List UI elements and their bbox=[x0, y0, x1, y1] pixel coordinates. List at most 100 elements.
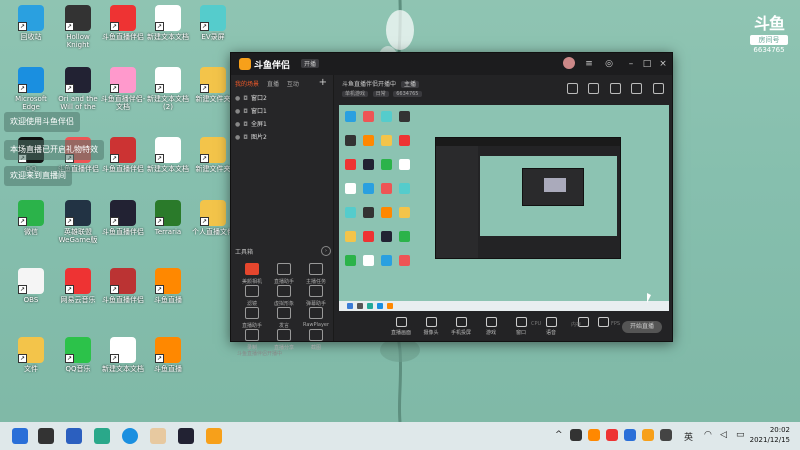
desktop-icon[interactable]: ↗ Ori and the Will of the bbox=[55, 67, 101, 111]
desktop-icon[interactable]: ↗ 斗鱼直播伴侣 bbox=[100, 137, 146, 173]
tool-icon bbox=[309, 263, 323, 275]
tool-item[interactable]: 滤镜 bbox=[237, 285, 267, 307]
user-avatar[interactable] bbox=[563, 57, 575, 69]
app-icon: ↗ bbox=[65, 67, 91, 93]
desktop-icon[interactable]: ↗ Terraria bbox=[145, 200, 191, 236]
desktop-icon[interactable]: ↗ 网易云音乐 bbox=[55, 268, 101, 304]
desktop-icon[interactable]: ↗ 斗鱼直播伴侣-文档 bbox=[100, 67, 146, 111]
tool-item[interactable]: 虚拟形象 bbox=[269, 285, 299, 307]
desktop-icon[interactable]: ↗ Hollow Knight bbox=[55, 5, 101, 49]
desktop-icon[interactable]: ↗ 新建文本文档 bbox=[145, 137, 191, 173]
app-icon: ↗ bbox=[110, 268, 136, 294]
desktop-icon[interactable]: ↗ 新建文本文档 (2) bbox=[145, 67, 191, 111]
toolbox-title: 工具箱 bbox=[235, 249, 254, 256]
preview-tb-icon bbox=[357, 303, 363, 309]
desktop-icon[interactable]: ↗ 英雄联盟WeGame版 bbox=[55, 200, 101, 244]
desktop-icon[interactable]: ↗ 斗鱼直播 bbox=[145, 268, 191, 304]
nk-app-icon[interactable] bbox=[66, 428, 82, 444]
stream-pill[interactable]: 主播 bbox=[400, 81, 419, 88]
tray-app-icon[interactable] bbox=[642, 429, 654, 441]
eye-icon[interactable]: ● bbox=[235, 108, 240, 115]
stream-preview[interactable] bbox=[339, 105, 669, 311]
desktop-icon[interactable]: ↗ EV录屏 bbox=[190, 5, 236, 41]
douyu-taskbar-icon[interactable] bbox=[206, 428, 222, 444]
app-icon: ↗ bbox=[18, 337, 44, 363]
tab-live[interactable]: 直播 bbox=[267, 81, 279, 88]
preview-desktop-icon bbox=[381, 207, 392, 218]
app-icon[interactable] bbox=[150, 428, 166, 444]
desktop-icon[interactable]: ↗ OBS bbox=[8, 268, 54, 304]
league-icon[interactable] bbox=[178, 428, 194, 444]
input-language[interactable]: 英 bbox=[684, 430, 693, 443]
desktop-icon[interactable]: ↗ Microsoft Edge bbox=[8, 67, 54, 111]
scene-item[interactable]: ● ◘ 窗口1 bbox=[235, 106, 267, 115]
taskview-icon[interactable] bbox=[38, 428, 54, 444]
bell-icon[interactable] bbox=[631, 83, 643, 94]
desktop-icon[interactable]: ↗ 微信 bbox=[8, 200, 54, 236]
layout-icon[interactable] bbox=[566, 83, 578, 94]
eye-icon[interactable]: ● bbox=[235, 121, 240, 128]
desktop-icon[interactable]: ↗ QQ音乐 bbox=[55, 337, 101, 373]
wifi-icon[interactable]: ◠ bbox=[704, 430, 712, 440]
mic-icon[interactable] bbox=[660, 429, 672, 441]
stream-tag[interactable]: 单机游戏 bbox=[342, 91, 369, 97]
layout3-icon[interactable] bbox=[609, 83, 621, 94]
battery-icon[interactable]: ▭ bbox=[736, 430, 745, 440]
skin-icon[interactable]: ◎ bbox=[603, 58, 615, 70]
app-icon: ↗ bbox=[65, 268, 91, 294]
eye-icon[interactable]: ● bbox=[235, 95, 240, 102]
share-icon[interactable] bbox=[653, 83, 664, 94]
stream-title[interactable]: 斗鱼直播伴侣开播中 bbox=[342, 81, 396, 88]
desktop-icon[interactable]: ↗ 新建文本文档 bbox=[100, 337, 146, 373]
lock-icon[interactable]: ◘ bbox=[243, 121, 248, 128]
layout2-icon[interactable] bbox=[588, 83, 600, 94]
desktop-icon[interactable]: ↗ 文件 bbox=[8, 337, 54, 373]
add-scene-icon[interactable]: + bbox=[319, 77, 327, 88]
tab-my-scenes[interactable]: 我的场景 bbox=[235, 81, 259, 88]
desktop-icon-label: 新建文本文档 bbox=[147, 33, 189, 41]
tray-chevron-icon[interactable]: ^ bbox=[555, 430, 563, 440]
tool-item[interactable]: 美颜相机 bbox=[237, 263, 267, 285]
scene-item[interactable]: ● ◘ 窗口2 bbox=[235, 93, 267, 102]
desktop-icon[interactable]: ↗ 斗鱼直播伴侣 bbox=[100, 5, 146, 41]
shortcut-arrow-icon: ↗ bbox=[155, 154, 164, 163]
tray-app-icon[interactable] bbox=[570, 429, 582, 441]
eye-icon[interactable]: ● bbox=[235, 134, 240, 141]
desktop-icon[interactable]: ↗ 回收站 bbox=[8, 5, 54, 41]
lock-icon[interactable]: ◘ bbox=[243, 134, 248, 141]
close-icon[interactable]: × bbox=[657, 58, 669, 70]
desktop-icon[interactable]: ↗ 斗鱼直播 bbox=[145, 337, 191, 373]
minimize-icon[interactable]: – bbox=[625, 58, 637, 70]
preview-desktop-icon bbox=[399, 231, 410, 242]
nested-preview-core bbox=[544, 178, 566, 192]
toolbox-more-icon[interactable]: › bbox=[321, 246, 331, 256]
tray-app-icon[interactable] bbox=[624, 429, 636, 441]
lock-icon[interactable]: ◘ bbox=[243, 108, 248, 115]
start-button-icon[interactable] bbox=[12, 428, 28, 444]
settings-icon[interactable]: ≡ bbox=[583, 58, 595, 70]
tray-app-icon[interactable] bbox=[588, 429, 600, 441]
desktop-icon[interactable]: ↗ 斗鱼直播伴侣 bbox=[100, 200, 146, 236]
version-badge[interactable]: 开播 bbox=[301, 59, 320, 68]
tool-item[interactable]: 弹幕助手 bbox=[301, 285, 331, 307]
maximize-icon[interactable]: □ bbox=[641, 58, 653, 70]
scene-item[interactable]: ● ◘ 图片2 bbox=[235, 132, 267, 141]
volume-icon[interactable]: ◁ bbox=[720, 430, 727, 440]
clock[interactable]: 20:02 2021/12/15 bbox=[750, 425, 790, 445]
edge-icon[interactable] bbox=[122, 428, 138, 444]
desktop-icon[interactable]: ↗ 新建文本文档 bbox=[145, 5, 191, 41]
scene-item[interactable]: ● ◘ 全屏1 bbox=[235, 119, 267, 128]
tab-interact[interactable]: 互动 bbox=[287, 81, 299, 88]
lock-icon[interactable]: ◘ bbox=[243, 95, 248, 102]
app-icon[interactable] bbox=[94, 428, 110, 444]
bottom-hint: 斗鱼直播伴侣开播中 bbox=[237, 351, 283, 357]
tool-item[interactable]: 直播助手 bbox=[269, 263, 299, 285]
shortcut-arrow-icon: ↗ bbox=[200, 217, 209, 226]
stream-tag[interactable]: 日常 bbox=[372, 91, 389, 97]
app-titlebar: 斗鱼伴侣 开播 ≡ ◎ – □ × bbox=[231, 53, 672, 75]
tool-item[interactable]: 主播任务 bbox=[301, 263, 331, 285]
desktop-icon[interactable]: ↗ 斗鱼直播伴侣 bbox=[100, 268, 146, 304]
tray-app-icon[interactable] bbox=[606, 429, 618, 441]
desktop-icon-label: 斗鱼直播伴侣 bbox=[102, 296, 144, 304]
desktop-icon-label: 网易云音乐 bbox=[60, 296, 96, 304]
